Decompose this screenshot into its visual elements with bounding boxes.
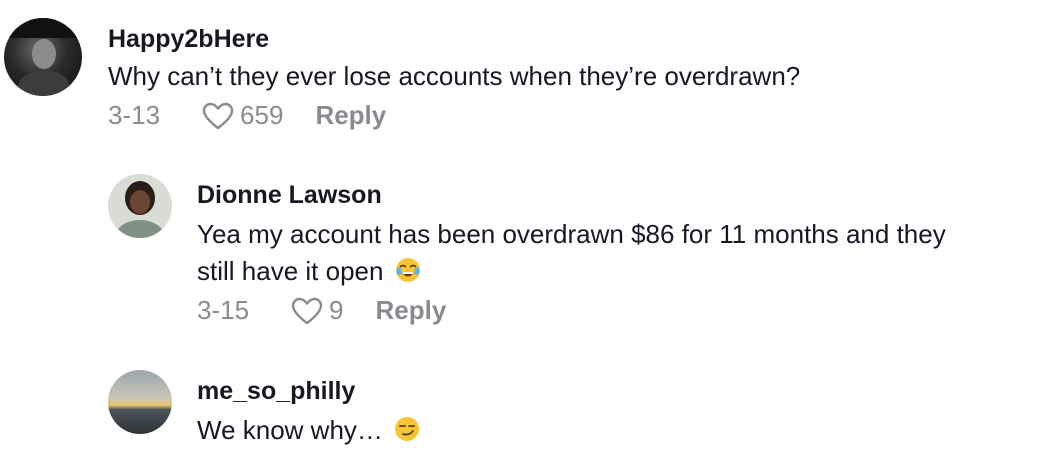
comment-date: 3-13 — [108, 100, 161, 130]
comment-text: Why can’t they ever lose accounts when t… — [108, 61, 801, 91]
avatar-image — [4, 18, 82, 96]
comment-happy2bhere: Happy2bHere Why can’t they ever lose acc… — [0, 0, 1058, 150]
like-count: 659 — [240, 100, 284, 130]
comment-text-line: Yea my account has been overdrawn $86 fo… — [197, 219, 946, 249]
like-count: 9 — [329, 295, 344, 325]
comment-date: 3-15 — [197, 295, 250, 325]
heart-outline-icon — [291, 297, 323, 324]
comment-text: Yea my account has been overdrawn $86 fo… — [197, 216, 1047, 290]
comment-username[interactable]: me_so_philly — [197, 377, 355, 406]
avatar-image — [108, 174, 172, 238]
comment-text-line: still have it open — [197, 256, 384, 286]
comment-username[interactable]: Dionne Lawson — [197, 181, 382, 210]
avatar[interactable] — [108, 370, 172, 434]
reply-button[interactable]: Reply — [376, 295, 447, 326]
comment-me-so-philly: me_so_philly We know why… — [0, 360, 1058, 452]
avatar[interactable] — [4, 18, 82, 96]
comment-meta: 3-13 659 Reply — [108, 100, 386, 131]
reply-button[interactable]: Reply — [315, 100, 386, 131]
like-button[interactable]: 9 — [291, 295, 344, 326]
comment-text-line-2: still have it open — [197, 253, 1047, 290]
comment-meta: 3-15 9 Reply — [197, 295, 446, 326]
smirking-face-emoji — [395, 417, 420, 441]
face-with-tears-of-joy-emoji — [395, 258, 420, 282]
comment-dionne-lawson: Dionne Lawson Yea my account has been ov… — [0, 150, 1058, 340]
like-button[interactable]: 659 — [202, 100, 283, 131]
heart-outline-icon — [202, 102, 234, 129]
avatar[interactable] — [108, 174, 172, 238]
comment-text-content: We know why… — [197, 415, 383, 445]
comment-text: We know why… — [197, 412, 420, 449]
avatar-image — [108, 370, 172, 434]
comment-username[interactable]: Happy2bHere — [108, 25, 269, 54]
comments-section: Happy2bHere Why can’t they ever lose acc… — [0, 0, 1058, 452]
